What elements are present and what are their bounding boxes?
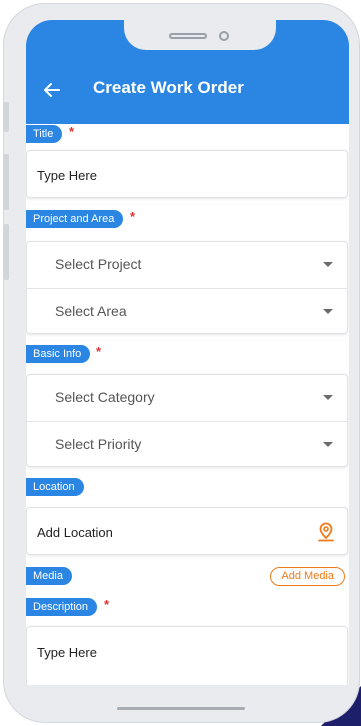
required-mark: *: [69, 124, 75, 139]
location-input[interactable]: Add Location: [37, 525, 113, 540]
camera-icon: [219, 31, 229, 41]
description-input[interactable]: Type Here: [37, 645, 97, 660]
select-category-dropdown[interactable]: Select Category: [27, 375, 347, 421]
project-area-label: Project and Area: [26, 210, 124, 228]
required-mark: *: [130, 209, 136, 224]
title-input[interactable]: Type Here: [37, 168, 97, 183]
location-field[interactable]: Add Location: [26, 507, 348, 555]
app-screen: Create Work Order Title * Type Here Proj…: [26, 20, 349, 685]
phone-notch: [124, 20, 276, 50]
location-label: Location: [26, 478, 84, 496]
select-project-dropdown[interactable]: Select Project: [27, 242, 347, 288]
dropdown-caret-icon: [323, 395, 333, 400]
title-label: Title: [26, 125, 63, 143]
select-priority-label: Select Priority: [55, 436, 142, 452]
add-media-button[interactable]: Add Media: [270, 567, 345, 586]
dropdown-caret-icon: [323, 442, 333, 447]
media-label: Media: [26, 567, 72, 585]
description-label: Description: [26, 598, 98, 616]
side-button: [4, 224, 9, 280]
dropdown-caret-icon: [323, 262, 333, 267]
basic-info-card: Select Category Select Priority: [26, 374, 348, 467]
required-mark: *: [96, 344, 102, 359]
dropdown-caret-icon: [323, 309, 333, 314]
title-field[interactable]: Type Here: [26, 150, 348, 198]
select-category-label: Select Category: [55, 389, 155, 405]
back-arrow-icon[interactable]: [42, 80, 62, 100]
side-button: [4, 154, 9, 210]
basic-info-label: Basic Info: [26, 345, 91, 363]
speaker-icon: [169, 33, 207, 39]
location-pin-icon[interactable]: [317, 522, 335, 542]
side-button: [4, 102, 9, 132]
description-field[interactable]: Type Here: [26, 626, 348, 685]
page-title: Create Work Order: [93, 78, 244, 97]
app-bar: Create Work Order: [26, 20, 349, 124]
project-area-card: Select Project Select Area: [26, 241, 348, 334]
select-project-label: Select Project: [55, 256, 142, 272]
home-indicator: [117, 707, 245, 710]
select-priority-dropdown[interactable]: Select Priority: [27, 421, 347, 467]
select-area-label: Select Area: [55, 303, 127, 319]
select-area-dropdown[interactable]: Select Area: [27, 288, 347, 334]
phone-frame: Create Work Order Title * Type Here Proj…: [3, 3, 360, 723]
required-mark: *: [104, 597, 110, 612]
